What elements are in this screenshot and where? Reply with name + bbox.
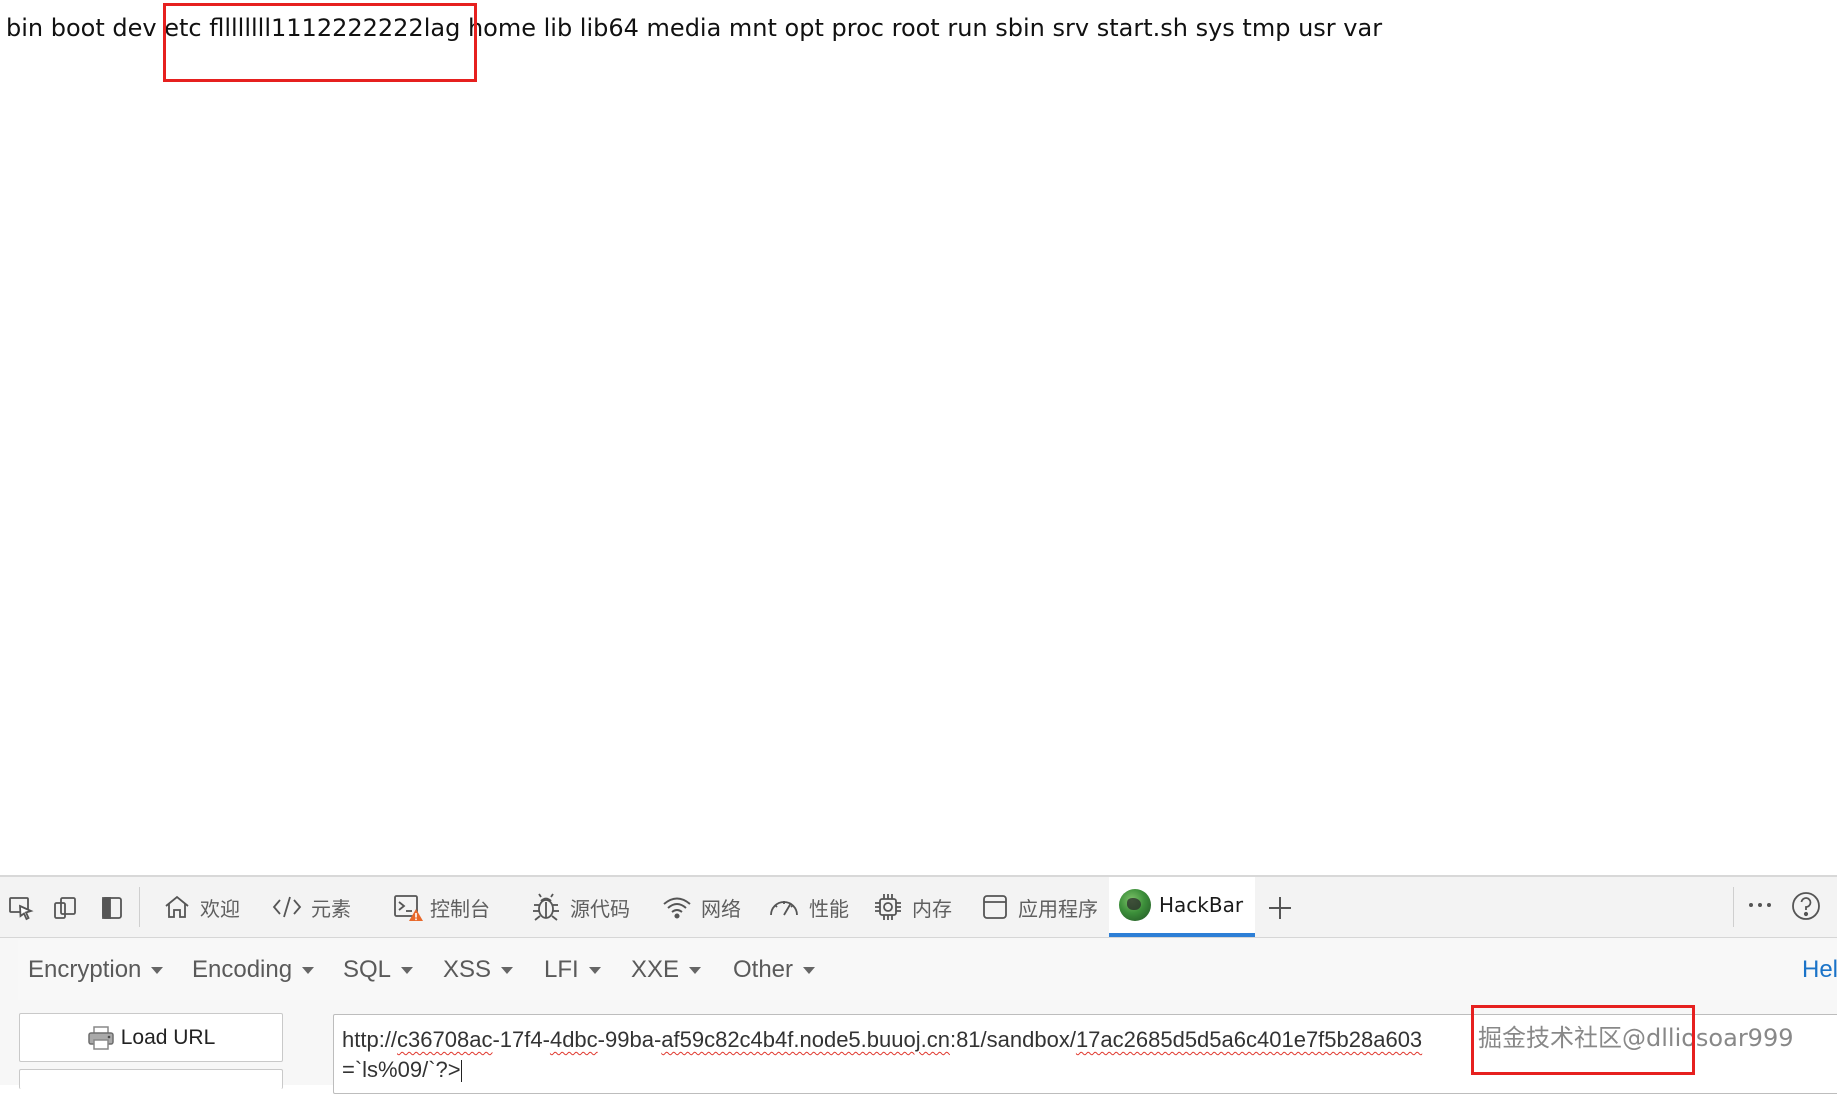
tabbar-divider-right [1733,887,1734,927]
tab-label: 网络 [701,896,741,921]
menu-label: Encryption [28,956,142,983]
console-icon [392,892,423,922]
code-icon [272,896,302,918]
chevron-down-icon [151,966,164,974]
menu-sql[interactable]: SQL [343,940,414,1000]
tabbar-divider [139,887,140,927]
more-icon[interactable] [1742,889,1778,929]
wifi-icon [663,897,691,919]
tab-hackbar[interactable]: HackBar [1109,877,1255,937]
menu-label: LFI [544,956,579,983]
url-segment-misspelled: c36708ac [397,1027,493,1052]
chip-icon [875,894,901,920]
menu-label: XXE [631,956,680,983]
url-segment-misspelled: 17ac2685d5d5a6c401e7f5b28a603 [1075,1027,1423,1052]
menu-encoding[interactable]: Encoding [192,940,315,1000]
url-segment-misspelled: af59c82c4b4f.node5.buuoj.cn [661,1027,950,1052]
tab-label: 源代码 [570,896,630,921]
text-cursor [460,1060,462,1083]
plus-icon[interactable] [1263,891,1297,925]
url-segment-misspelled: 4dbc [549,1027,598,1052]
inspect-element-icon[interactable] [4,891,38,925]
help-icon[interactable] [1788,889,1824,929]
url-segment: :81/sandbox/ [949,1027,1076,1052]
window-icon [983,895,1007,919]
tab-application[interactable]: 应用程序 [974,877,1104,937]
device-emulation-icon[interactable] [48,891,82,925]
tab-performance[interactable]: 性能 [761,877,855,937]
menu-other[interactable]: Other [733,940,816,1000]
tab-label: 应用程序 [1018,896,1098,921]
split-url-button[interactable] [19,1069,283,1089]
devtools-tabbar: 欢迎 元素 控制台 源代码 网络 性能 内存 应用程序 HackBar [0,877,1837,938]
bug-icon [533,893,559,921]
gauge-icon [770,901,798,916]
menu-encryption[interactable]: Encryption [28,940,164,1000]
tab-network[interactable]: 网络 [655,877,747,937]
annotation-box-flag [163,3,477,82]
load-url-label: Load URL [120,1025,216,1049]
hackbar-logo-icon [1119,889,1151,921]
warning-icon [409,909,423,921]
tab-sources[interactable]: 源代码 [524,877,636,937]
tab-label: 欢迎 [200,896,240,921]
tab-memory[interactable]: 内存 [866,877,958,937]
tab-label: 性能 [809,896,849,921]
url-line-2-text: =`ls%09/`?> [342,1057,461,1082]
hackbar-menu: Encryption Encoding SQL XSS LFI XXE Othe… [18,940,1837,1000]
chevron-down-icon [501,966,514,974]
tab-label: 控制台 [430,896,490,921]
tab-label: 内存 [912,896,952,921]
menu-label: Other [733,956,794,983]
chevron-down-icon [689,966,702,974]
tab-elements[interactable]: 元素 [265,877,357,937]
annotation-box-url [1471,1005,1695,1075]
url-segment: http:// [342,1027,398,1052]
chevron-down-icon [588,966,601,974]
load-url-button[interactable]: Load URL [19,1013,283,1062]
menu-xxe[interactable]: XXE [631,940,702,1000]
tab-welcome[interactable]: 欢迎 [156,877,246,937]
tab-console[interactable]: 控制台 [386,877,496,937]
menu-label: SQL [343,956,392,983]
menu-label: Encoding [192,956,293,983]
tab-label: 元素 [311,896,351,921]
help-link[interactable]: Hel [1802,940,1837,1000]
home-icon [165,895,189,918]
chevron-down-icon [401,966,414,974]
dock-side-icon[interactable] [95,891,129,925]
chevron-down-icon [302,966,315,974]
url-segment: -99ba- [597,1027,662,1052]
printer-icon [87,1025,114,1050]
menu-lfi[interactable]: LFI [544,940,601,1000]
tab-label: HackBar [1159,893,1244,917]
chevron-down-icon [803,966,816,974]
menu-xss[interactable]: XSS [443,940,514,1000]
menu-label: XSS [443,956,492,983]
url-segment: -17f4- [492,1027,550,1052]
